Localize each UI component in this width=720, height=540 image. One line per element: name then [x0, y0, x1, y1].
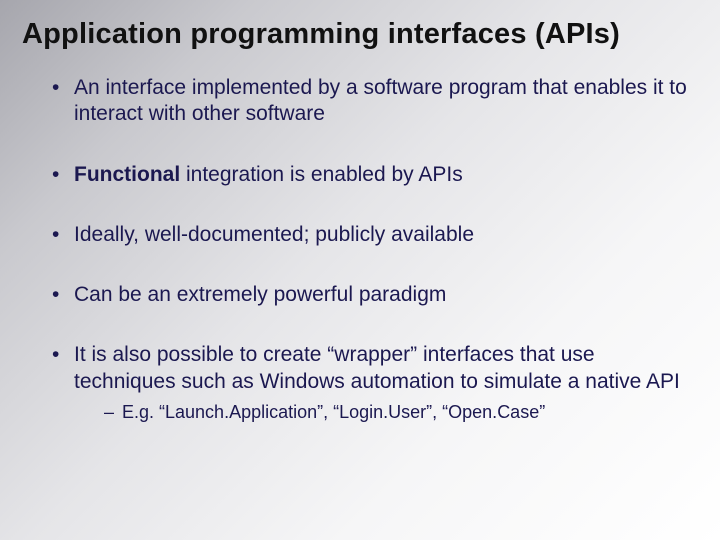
bullet-list: An interface implemented by a software p… — [22, 75, 698, 424]
bullet-text: An interface implemented by a software p… — [74, 76, 687, 125]
bullet-text: Ideally, well-documented; publicly avail… — [74, 223, 474, 246]
bullet-item: Ideally, well-documented; publicly avail… — [52, 222, 698, 248]
bullet-text-bold: Functional — [74, 163, 180, 186]
bullet-text: It is also possible to create “wrapper” … — [74, 343, 680, 392]
sub-bullet-list: E.g. “Launch.Application”, “Login.User”,… — [74, 401, 698, 424]
bullet-item: An interface implemented by a software p… — [52, 75, 698, 128]
slide: Application programming interfaces (APIs… — [0, 0, 720, 540]
bullet-item: Functional integration is enabled by API… — [52, 162, 698, 188]
bullet-text: integration is enabled by APIs — [180, 163, 463, 186]
bullet-text: Can be an extremely powerful paradigm — [74, 283, 446, 306]
bullet-item: It is also possible to create “wrapper” … — [52, 342, 698, 424]
sub-bullet-item: E.g. “Launch.Application”, “Login.User”,… — [104, 401, 698, 424]
sub-bullet-text: E.g. “Launch.Application”, “Login.User”,… — [122, 402, 545, 422]
bullet-item: Can be an extremely powerful paradigm — [52, 282, 698, 308]
slide-title: Application programming interfaces (APIs… — [22, 18, 698, 51]
